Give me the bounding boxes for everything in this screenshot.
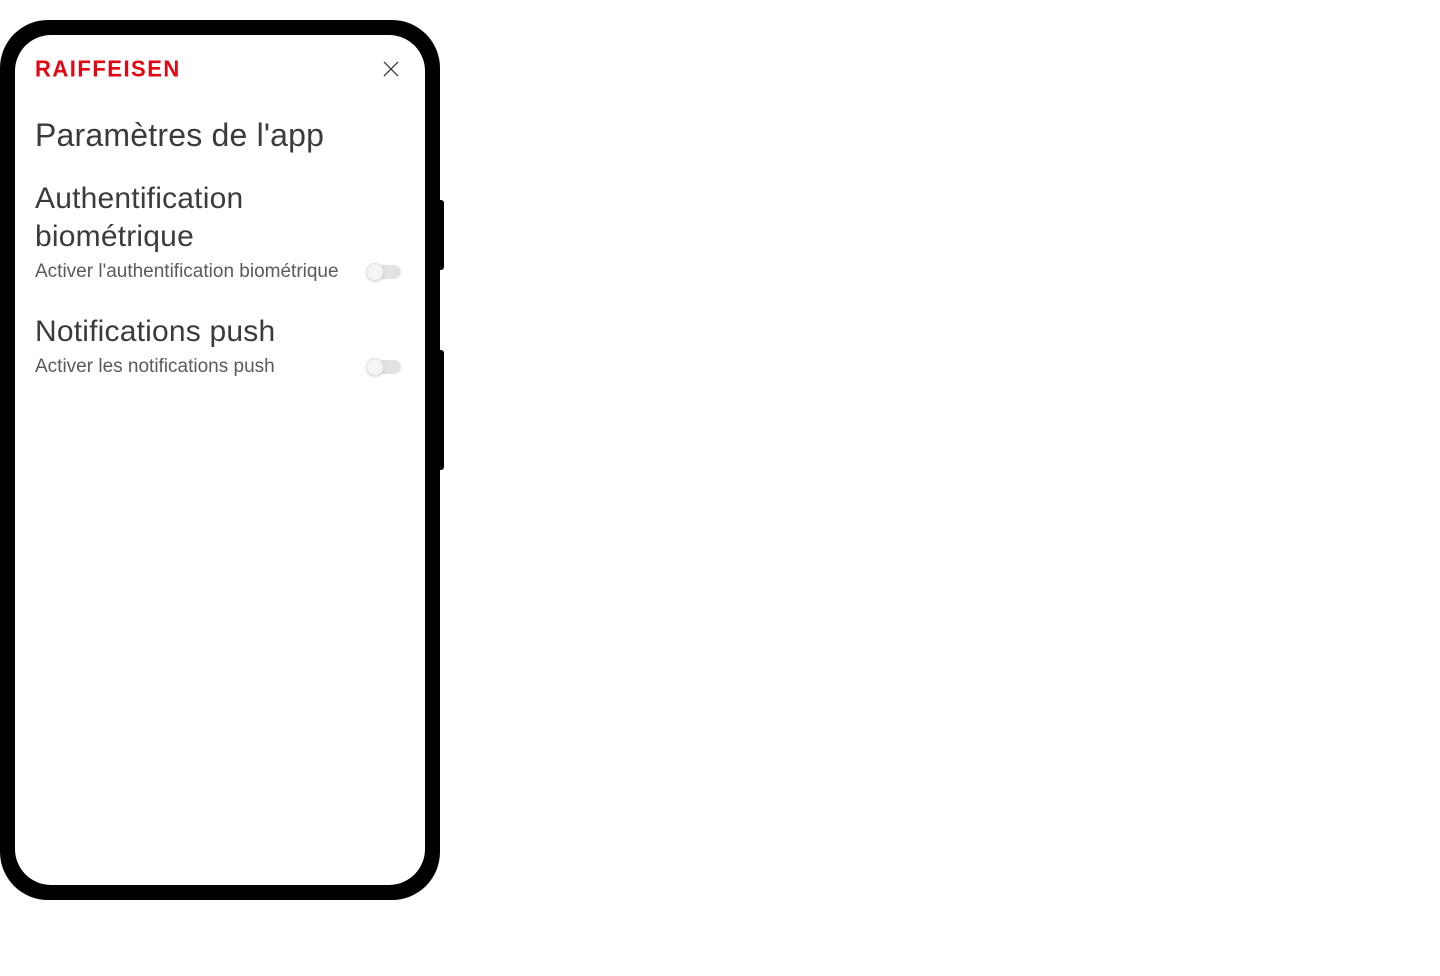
brand-logo: RAIFFEISEN [35,55,181,82]
setting-desc-biometric: Activer l'authentification biométrique [35,259,351,285]
app-header: RAIFFEISEN [15,35,425,91]
section-heading-biometric: Authentification biométrique [35,180,405,255]
phone-side-button [440,200,444,270]
close-icon [381,59,401,79]
phone-screen: RAIFFEISEN Paramètres de l'app Authentif… [15,35,425,885]
phone-side-button [440,350,444,470]
close-button[interactable] [377,55,405,83]
setting-row-push: Activer les notifications push [35,354,405,380]
toggle-push[interactable] [367,360,401,374]
setting-row-biometric: Activer l'authentification biométrique [35,259,405,285]
settings-content: Paramètres de l'app Authentification bio… [15,91,425,380]
section-heading-push: Notifications push [35,313,405,351]
toggle-biometric[interactable] [367,265,401,279]
page-title: Paramètres de l'app [35,117,405,154]
setting-desc-push: Activer les notifications push [35,354,351,380]
phone-device-frame: RAIFFEISEN Paramètres de l'app Authentif… [0,20,440,900]
